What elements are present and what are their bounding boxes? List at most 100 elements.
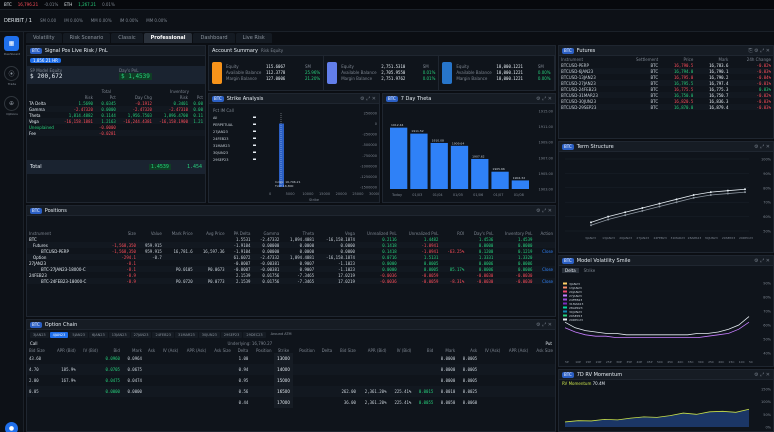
x-tick-label: 35P bbox=[626, 360, 632, 364]
tab-volatility[interactable]: Volatility bbox=[26, 33, 62, 43]
smile-tab-delta[interactable]: Delta bbox=[562, 268, 579, 273]
call-cell bbox=[250, 353, 273, 364]
put-cell[interactable]: 0.0015 bbox=[413, 386, 435, 397]
x-tick-label: 01/08 bbox=[514, 193, 524, 197]
atm-toggle[interactable]: Around ATM bbox=[271, 332, 292, 338]
expiry-button[interactable]: 13JAN23 bbox=[108, 332, 130, 338]
toggle-mark[interactable] bbox=[253, 123, 256, 126]
panel-controls[interactable]: ⚙ ⤢ ✕ bbox=[754, 144, 770, 150]
x-tick-label: 35C bbox=[688, 360, 694, 364]
put-cell: 0.0025 bbox=[462, 389, 478, 394]
term-point bbox=[675, 198, 678, 201]
table-cell bbox=[154, 130, 190, 136]
expiry-button[interactable]: 4JAN23 bbox=[49, 332, 69, 338]
trade-icon[interactable]: ⦿ bbox=[4, 66, 19, 81]
put-cell bbox=[317, 397, 334, 408]
toggle-mark[interactable] bbox=[253, 158, 256, 161]
table-cell: -0.0000 bbox=[98, 124, 116, 130]
put-cell: 225.41% bbox=[394, 389, 412, 394]
put-cell[interactable] bbox=[413, 375, 435, 386]
put-cell: 0.0010 bbox=[440, 389, 456, 394]
futures-row[interactable]: BTCUSD-29SEP23 BTC 16,870.0 16,879.4 -0.03% bbox=[559, 104, 773, 110]
expiry-filter-label[interactable]: All bbox=[213, 116, 217, 120]
legend-label[interactable]: 29DEC23 bbox=[569, 318, 583, 322]
option-row[interactable]: 43.60 0.0960 0.0964 1.00 13000 0.0000 0.0005 bbox=[27, 353, 555, 364]
tab-classic[interactable]: Classic bbox=[111, 33, 143, 43]
tab-risk-scenario[interactable]: Risk Scenario bbox=[62, 33, 111, 43]
expiry-button[interactable]: 5JAN23 bbox=[69, 332, 89, 338]
close-button[interactable]: Close bbox=[534, 278, 555, 284]
put-cell bbox=[479, 375, 502, 386]
toggle-mark[interactable] bbox=[253, 151, 256, 154]
toggle-mark[interactable] bbox=[253, 130, 256, 133]
option-row[interactable]: 4.70 185.9% 0.0705 0.0675 0.94 14000 0.0000 0.0… bbox=[27, 364, 555, 375]
position-row[interactable]: BTC-24FEB23-18000-C -8.9 P0.0720 P0.0773 2.1… bbox=[27, 278, 555, 284]
y-tick-label: 0 bbox=[375, 122, 377, 126]
account-card: Equity 18,000.1221 Available Balance 18,000… bbox=[439, 56, 555, 90]
put-cell[interactable]: 0.0055 bbox=[413, 397, 435, 408]
panel-controls[interactable]: ⚙ ⤢ ✕ bbox=[754, 372, 770, 378]
x-tick-label: 15C bbox=[729, 360, 735, 364]
call-cell[interactable]: 0.0475 bbox=[100, 375, 122, 386]
legend-swatch bbox=[563, 282, 567, 285]
expiry-button[interactable]: 6JAN23 bbox=[89, 332, 108, 338]
account-selector[interactable]: DERIBIT / 1 bbox=[4, 18, 32, 24]
panel-controls[interactable]: ⎘ ⚙ ⤢ ✕ bbox=[749, 48, 770, 54]
toggle-mark[interactable] bbox=[253, 144, 256, 147]
expiry-button[interactable]: 31MAR23 bbox=[175, 332, 198, 338]
expiry-button[interactable]: 24FEB23 bbox=[152, 332, 175, 338]
option-row[interactable]: 0.44 17000 36.00 2,361.20% 225.41% 0.0055 0.00… bbox=[27, 397, 555, 408]
call-cell bbox=[144, 386, 157, 397]
mm-pct: 0.01% bbox=[422, 76, 436, 81]
panel-controls[interactable]: ⚙ ⤢ ✕ bbox=[536, 96, 552, 102]
call-cell[interactable] bbox=[100, 397, 122, 408]
option-row[interactable]: 2.00 167.9% 0.0475 0.0474 0.95 15000 0.0000 0.0… bbox=[27, 375, 555, 386]
expiry-button[interactable]: 3JAN23 bbox=[30, 332, 49, 338]
expiry-filter-label[interactable]: 24FEB23 bbox=[213, 137, 229, 141]
options-icon[interactable]: ⊕ bbox=[4, 96, 19, 111]
put-cell bbox=[334, 364, 358, 375]
x-tick-label: 30P bbox=[616, 360, 622, 364]
expiry-button[interactable]: 29DEC23 bbox=[243, 332, 266, 338]
panel-controls[interactable]: ⚙ ⤢ ✕ bbox=[360, 96, 376, 102]
profile-avatar[interactable]: ● bbox=[5, 422, 18, 432]
x-tick-label: 30C bbox=[698, 360, 704, 364]
put-cell bbox=[502, 364, 530, 375]
toggle-mark[interactable] bbox=[253, 116, 256, 119]
vol-smile-chart: 3JAN2313JAN2320JAN2327JAN2324FEB2331MAR2… bbox=[563, 282, 772, 364]
panel-controls[interactable]: ⚙ ⤢ ✕ bbox=[536, 322, 552, 328]
option-row[interactable]: 0.05 0.0000 0.0000 0.56 16500 262.00 2,361.20%… bbox=[27, 386, 555, 397]
x-tick-label: 40P bbox=[637, 360, 643, 364]
expiry-button[interactable]: 29SEP23 bbox=[220, 332, 243, 338]
toggle-mark[interactable] bbox=[253, 137, 256, 140]
table-cell: P0.0773 bbox=[207, 278, 225, 284]
expiry-filter-label[interactable]: 30JUN23 bbox=[213, 151, 228, 155]
x-tick-label: 25C bbox=[708, 360, 714, 364]
tab-dashboard[interactable]: Dashboard bbox=[193, 33, 235, 43]
expiry-filter-label[interactable]: 31MAR23 bbox=[213, 144, 230, 148]
call-cell[interactable]: 0.0000 bbox=[100, 386, 122, 397]
tab-live-risk[interactable]: Live Risk bbox=[235, 33, 272, 43]
put-cell[interactable] bbox=[413, 364, 435, 375]
expiry-filter-label[interactable]: PERPETUAL bbox=[213, 123, 233, 127]
put-cell bbox=[293, 375, 316, 386]
call-cell[interactable]: 0.0705 bbox=[100, 364, 122, 375]
strike-cell: 16500 bbox=[273, 386, 294, 397]
expiry-button[interactable]: 30JUN23 bbox=[198, 332, 220, 338]
expiry-button[interactable]: 27JAN23 bbox=[130, 332, 152, 338]
dashboard-icon[interactable]: ▦ bbox=[4, 36, 19, 51]
call-cell bbox=[51, 386, 78, 397]
y-tick-label: 90% bbox=[763, 172, 771, 176]
smile-tab-strike[interactable]: Strike bbox=[581, 268, 599, 273]
call-cell[interactable]: 0.0960 bbox=[100, 353, 122, 364]
table-cell bbox=[59, 130, 95, 136]
y-tick-label: 1905.00 bbox=[539, 172, 553, 176]
tab-professional[interactable]: Professional bbox=[143, 33, 193, 43]
expiry-filter-label[interactable]: 27JAN23 bbox=[213, 130, 228, 134]
expiry-filter-label[interactable]: 29SEP23 bbox=[213, 158, 228, 162]
term-point bbox=[641, 206, 644, 209]
panel-controls[interactable]: ⚙ ⤢ ✕ bbox=[754, 258, 770, 264]
panel-controls[interactable]: ⚙ ⤢ ✕ bbox=[536, 208, 552, 214]
put-cell[interactable] bbox=[413, 353, 435, 364]
put-cell bbox=[358, 353, 389, 364]
